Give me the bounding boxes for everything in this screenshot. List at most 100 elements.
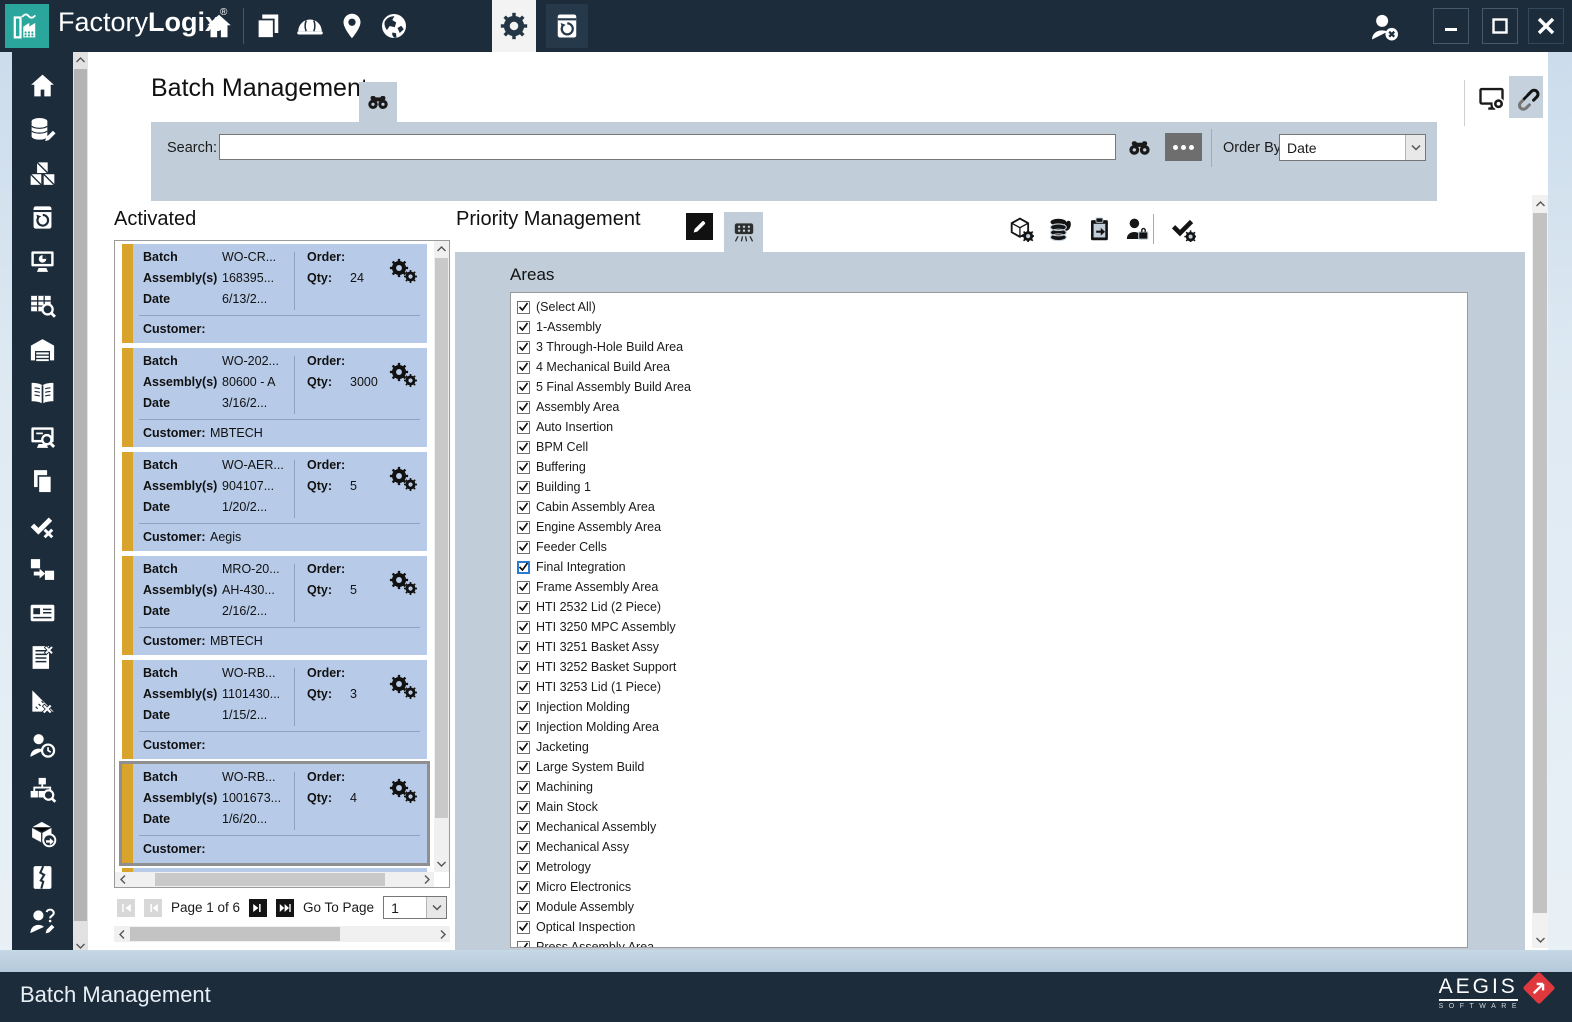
area-row[interactable]: Module Assembly bbox=[517, 897, 1467, 917]
backup-restore-icon[interactable] bbox=[546, 4, 588, 48]
sidebar-item-transfer-boxes[interactable] bbox=[27, 554, 58, 585]
next-page-button[interactable] bbox=[249, 899, 267, 917]
area-checkbox[interactable] bbox=[517, 601, 530, 614]
scroll-up-icon[interactable] bbox=[434, 241, 449, 257]
area-row[interactable]: Machining bbox=[517, 777, 1467, 797]
scroll-up-icon[interactable] bbox=[73, 52, 88, 68]
sidebar-item-table-search[interactable] bbox=[27, 290, 58, 321]
area-row[interactable]: Frame Assembly Area bbox=[517, 577, 1467, 597]
area-row[interactable]: Mechanical Assembly bbox=[517, 817, 1467, 837]
area-checkbox[interactable] bbox=[517, 821, 530, 834]
settings-icon[interactable] bbox=[492, 0, 536, 52]
sidebar-item-checklist-remove[interactable] bbox=[27, 642, 58, 673]
area-row[interactable]: Cabin Assembly Area bbox=[517, 497, 1467, 517]
sidebar-item-home[interactable] bbox=[27, 70, 58, 101]
sidebar-item-documents[interactable] bbox=[27, 466, 58, 497]
scroll-right-icon[interactable] bbox=[435, 926, 450, 942]
area-checkbox[interactable] bbox=[517, 361, 530, 374]
globe-icon[interactable] bbox=[373, 0, 415, 52]
sidebar-item-person-time[interactable] bbox=[27, 730, 58, 761]
area-checkbox[interactable] bbox=[517, 921, 530, 934]
sidebar-item-person-question[interactable] bbox=[27, 906, 58, 937]
sidebar-item-warehouse[interactable] bbox=[27, 334, 58, 365]
area-checkbox[interactable] bbox=[517, 841, 530, 854]
sidebar-item-box-export[interactable] bbox=[27, 818, 58, 849]
area-row[interactable]: Buffering bbox=[517, 457, 1467, 477]
monitor-badge-icon[interactable] bbox=[1477, 84, 1507, 114]
area-checkbox[interactable] bbox=[517, 721, 530, 734]
previous-page-button[interactable] bbox=[144, 899, 162, 917]
copy-icon[interactable] bbox=[247, 0, 289, 52]
area-checkbox[interactable] bbox=[517, 461, 530, 474]
area-checkbox[interactable] bbox=[517, 641, 530, 654]
area-row[interactable]: HTI 3251 Basket Assy bbox=[517, 637, 1467, 657]
coin-stack-icon[interactable] bbox=[1046, 215, 1073, 242]
area-checkbox[interactable] bbox=[517, 701, 530, 714]
edit-pencil-icon[interactable] bbox=[686, 213, 713, 240]
scroll-left-icon[interactable] bbox=[114, 926, 129, 942]
area-row[interactable]: Main Stock bbox=[517, 797, 1467, 817]
sidebar-item-approve-reject[interactable] bbox=[27, 510, 58, 541]
batch-card[interactable]: Batch WO-202... Assembly(s) 80600 - A Da… bbox=[122, 348, 427, 447]
area-row[interactable]: 3 Through-Hole Build Area bbox=[517, 337, 1467, 357]
area-checkbox[interactable] bbox=[517, 761, 530, 774]
area-row[interactable]: Building 1 bbox=[517, 477, 1467, 497]
order-by-select[interactable]: Date bbox=[1279, 134, 1426, 161]
batch-list-hscrollbar[interactable] bbox=[115, 872, 434, 887]
location-pin-icon[interactable] bbox=[331, 0, 373, 52]
area-row[interactable]: HTI 3250 MPC Assembly bbox=[517, 617, 1467, 637]
scrollbar-thumb[interactable] bbox=[74, 69, 87, 921]
batch-card[interactable]: Batch WO-AER... Assembly(s) 904107... Da… bbox=[122, 452, 427, 551]
go-to-page-select[interactable]: 1 bbox=[383, 896, 447, 919]
area-checkbox[interactable] bbox=[517, 741, 530, 754]
area-checkbox[interactable] bbox=[517, 781, 530, 794]
grid-view-tab[interactable] bbox=[724, 212, 763, 252]
area-row[interactable]: 4 Mechanical Build Area bbox=[517, 357, 1467, 377]
area-row[interactable]: Injection Molding Area bbox=[517, 717, 1467, 737]
area-checkbox[interactable] bbox=[517, 561, 530, 574]
area-row[interactable]: Feeder Cells bbox=[517, 537, 1467, 557]
batch-settings-gears-icon[interactable] bbox=[387, 465, 419, 495]
scrollbar-thumb[interactable] bbox=[155, 873, 385, 886]
area-checkbox[interactable] bbox=[517, 861, 530, 874]
area-row[interactable]: Final Integration bbox=[517, 557, 1467, 577]
area-row[interactable]: (Select All) bbox=[517, 297, 1467, 317]
search-input[interactable] bbox=[219, 134, 1116, 160]
link-view-icon[interactable] bbox=[1509, 76, 1543, 118]
maximize-button[interactable] bbox=[1482, 8, 1518, 44]
area-row[interactable]: BPM Cell bbox=[517, 437, 1467, 457]
first-page-button[interactable] bbox=[117, 899, 135, 917]
area-checkbox[interactable] bbox=[517, 901, 530, 914]
area-row[interactable]: Optical Inspection bbox=[517, 917, 1467, 937]
bottom-hscrollbar[interactable] bbox=[0, 950, 1572, 972]
check-settings-icon[interactable] bbox=[1169, 215, 1196, 242]
area-checkbox[interactable] bbox=[517, 441, 530, 454]
sidebar-item-measurement-remove[interactable] bbox=[27, 686, 58, 717]
box-settings-icon[interactable] bbox=[1007, 215, 1034, 242]
batch-settings-gears-icon[interactable] bbox=[387, 777, 419, 807]
area-row[interactable]: Press Assembly Area bbox=[517, 937, 1467, 948]
area-checkbox[interactable] bbox=[517, 621, 530, 634]
sidebar-item-id-card[interactable] bbox=[27, 598, 58, 629]
area-row[interactable]: HTI 3253 Lid (1 Piece) bbox=[517, 677, 1467, 697]
area-row[interactable]: Micro Electronics bbox=[517, 877, 1467, 897]
sidebar-item-hierarchy-search[interactable] bbox=[27, 774, 58, 805]
area-checkbox[interactable] bbox=[517, 881, 530, 894]
sidebar-item-material-blocks[interactable] bbox=[27, 158, 58, 189]
area-row[interactable]: HTI 3252 Basket Support bbox=[517, 657, 1467, 677]
area-checkbox[interactable] bbox=[517, 401, 530, 414]
sidebar-item-backup-restore[interactable] bbox=[27, 202, 58, 233]
scrollbar-thumb[interactable] bbox=[130, 927, 340, 941]
area-row[interactable]: Metrology bbox=[517, 857, 1467, 877]
batch-settings-gears-icon[interactable] bbox=[387, 673, 419, 703]
home-icon[interactable] bbox=[198, 0, 240, 52]
area-checkbox[interactable] bbox=[517, 521, 530, 534]
area-checkbox[interactable] bbox=[517, 941, 530, 949]
area-checkbox[interactable] bbox=[517, 381, 530, 394]
batch-card[interactable]: Batch WO-RB... Assembly(s) 1001673... Da… bbox=[122, 764, 427, 863]
area-checkbox[interactable] bbox=[517, 581, 530, 594]
batch-card[interactable]: Batch WO-RB... Assembly(s) 1101430... Da… bbox=[122, 660, 427, 759]
area-row[interactable]: Mechanical Assy bbox=[517, 837, 1467, 857]
area-checkbox[interactable] bbox=[517, 481, 530, 494]
scrollbar-thumb[interactable] bbox=[1533, 213, 1547, 913]
